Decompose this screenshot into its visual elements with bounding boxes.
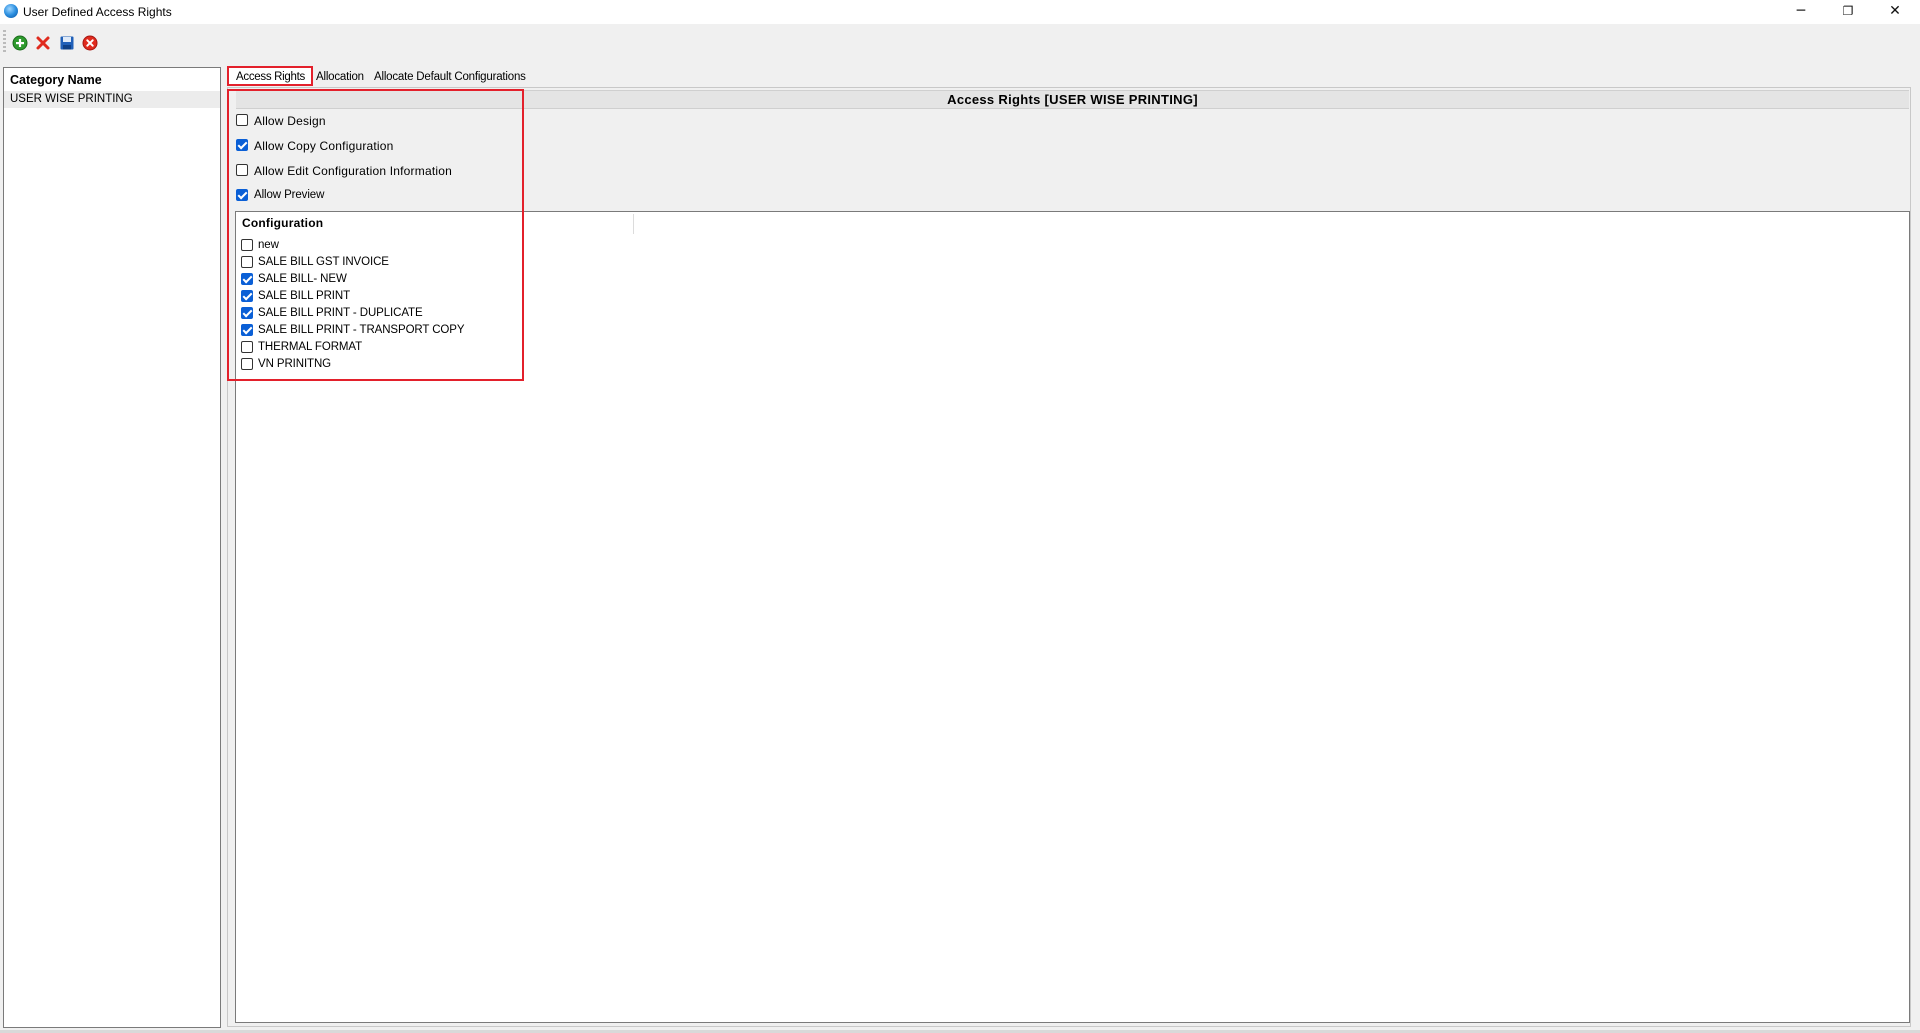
add-icon[interactable] — [12, 35, 28, 51]
config-checkbox-sale-bill-print-duplicate[interactable] — [241, 307, 253, 319]
config-checkbox-sale-bill-new[interactable] — [241, 273, 253, 285]
config-checkbox-new[interactable] — [241, 239, 253, 251]
config-label: THERMAL FORMAT — [258, 341, 363, 353]
allow-copy-configuration-label: Allow Copy Configuration — [254, 139, 394, 153]
window-title: User Defined Access Rights — [23, 5, 172, 19]
minimize-button[interactable]: ─ — [1778, 0, 1824, 24]
save-icon[interactable] — [59, 35, 75, 51]
column-separator — [633, 214, 634, 234]
configuration-list[interactable] — [235, 211, 1910, 1023]
restore-button[interactable]: ❐ — [1825, 0, 1871, 24]
allow-design-label: Allow Design — [254, 114, 326, 128]
toolbar — [0, 24, 1920, 61]
exit-icon[interactable] — [82, 35, 98, 51]
category-item-label: USER WISE PRINTING — [10, 93, 133, 105]
access-rights-heading-text: Access Rights [USER WISE PRINTING] — [947, 92, 1198, 107]
allow-preview-label: Allow Preview — [254, 189, 325, 201]
config-label: SALE BILL PRINT - TRANSPORT COPY — [258, 324, 465, 336]
config-label: SALE BILL- NEW — [258, 273, 347, 285]
toolbar-grip — [3, 30, 6, 52]
category-list[interactable]: Category Name USER WISE PRINTING — [3, 67, 221, 1028]
config-label: SALE BILL PRINT - DUPLICATE — [258, 307, 423, 319]
config-checkbox-sale-bill-gst-invoice[interactable] — [241, 256, 253, 268]
config-label: SALE BILL PRINT — [258, 290, 351, 302]
config-checkbox-sale-bill-print-transport-copy[interactable] — [241, 324, 253, 336]
config-checkbox-thermal-format[interactable] — [241, 341, 253, 353]
config-label: new — [258, 239, 279, 251]
tab-access-rights[interactable]: Access Rights — [227, 66, 313, 86]
allow-edit-configuration-checkbox[interactable] — [236, 164, 248, 176]
allow-edit-configuration-label: Allow Edit Configuration Information — [254, 164, 452, 178]
close-button[interactable]: ✕ — [1872, 0, 1918, 24]
access-rights-heading: Access Rights [USER WISE PRINTING] — [236, 90, 1909, 109]
tab-access-rights-label: Access Rights — [236, 71, 305, 83]
delete-icon[interactable] — [35, 35, 51, 51]
configuration-header: Configuration — [242, 216, 324, 230]
category-name-header: Category Name — [10, 73, 102, 87]
app-icon — [4, 4, 18, 18]
allow-design-checkbox[interactable] — [236, 114, 248, 126]
category-item[interactable]: USER WISE PRINTING — [4, 91, 220, 108]
config-label: SALE BILL GST INVOICE — [258, 256, 389, 268]
title-bar: User Defined Access Rights ─ ❐ ✕ — [0, 0, 1920, 24]
allow-preview-checkbox[interactable] — [236, 189, 248, 201]
config-checkbox-sale-bill-print[interactable] — [241, 290, 253, 302]
config-label: VN PRINITNG — [258, 358, 332, 370]
allow-copy-configuration-checkbox[interactable] — [236, 139, 248, 151]
config-checkbox-vn-prinitng[interactable] — [241, 358, 253, 370]
